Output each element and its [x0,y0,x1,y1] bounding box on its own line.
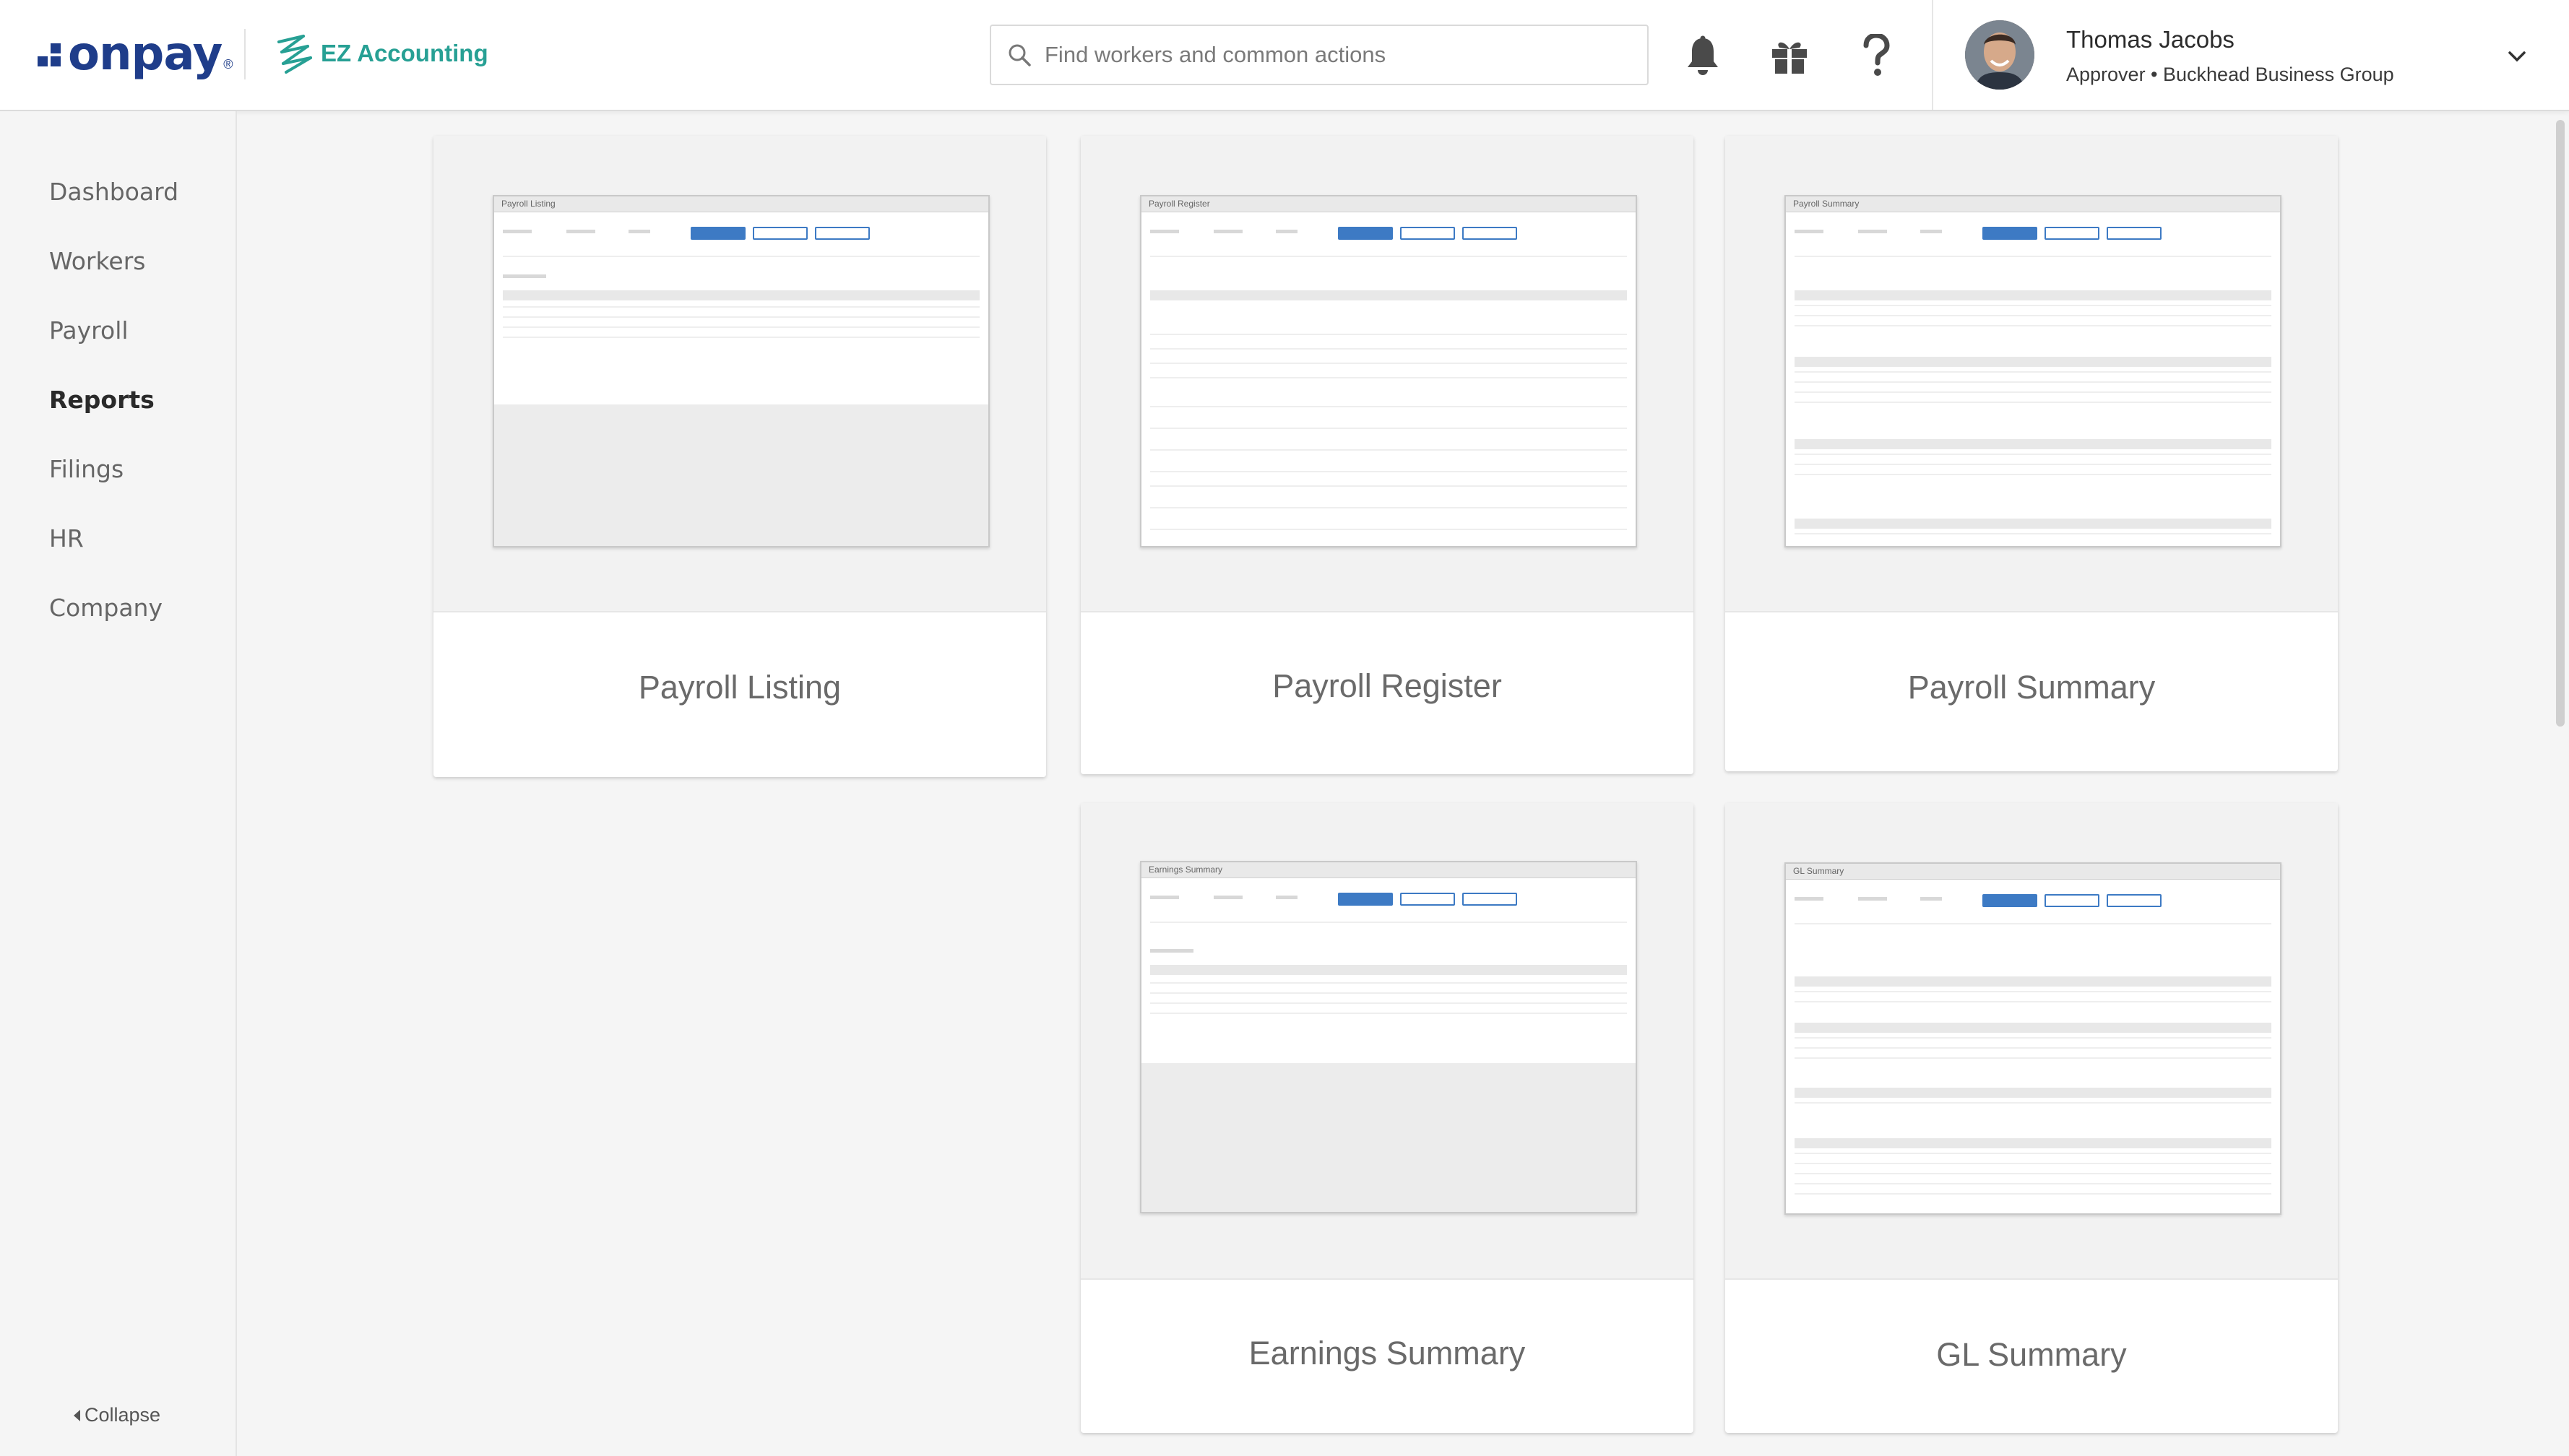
user-divider [1932,0,1933,110]
sidebar: Dashboard Workers Payroll Reports Filing… [0,111,237,1456]
report-preview-thumbnail: Payroll Listing [493,195,990,547]
logo-mark-icon [38,36,64,72]
collapse-button[interactable]: Collapse [74,1404,160,1426]
user-photo-icon [1965,20,2034,90]
onpay-logo[interactable]: onpay ® [38,27,233,81]
report-preview-thumbnail: Payroll Register [1140,195,1637,547]
sidebar-item-payroll[interactable]: Payroll [49,316,129,344]
sidebar-item-company[interactable]: Company [49,594,163,622]
sidebar-item-workers[interactable]: Workers [49,247,145,275]
report-card-earnings-summary[interactable]: Earnings Summary Earnings Summary [1081,803,1693,1433]
report-preview-thumbnail: Payroll Summary [1784,195,2281,547]
search-icon [1009,44,1031,66]
report-title: GL Summary [1936,1336,2127,1373]
user-name: Thomas Jacobs [2066,26,2235,53]
preview-title: GL Summary [1786,864,2280,880]
notifications-button[interactable] [1678,30,1728,81]
report-card-payroll-register[interactable]: Payroll Register Payroll Register [1081,136,1693,774]
top-bar: onpay ® EZ Accounting Find workers and c… [0,0,2569,111]
preview-title: Payroll Summary [1786,196,2280,212]
collapse-label: Collapse [85,1404,161,1426]
report-preview-area: Payroll Summary [1725,136,2338,612]
partner-logo[interactable]: EZ Accounting [275,32,488,75]
report-card-payroll-listing[interactable]: Payroll Listing Payroll Listing [433,136,1046,777]
sidebar-item-reports[interactable]: Reports [49,386,155,414]
report-card-payroll-summary[interactable]: Payroll Summary Payroll Summary [1725,136,2338,771]
brand-name: onpay [68,27,223,81]
ez-accounting-icon [277,35,312,74]
report-title: Payroll Listing [638,669,842,706]
page-scrollbar[interactable] [2556,120,2565,727]
search-box[interactable] [990,25,1649,85]
sidebar-item-hr[interactable]: HR [49,524,84,552]
report-title: Payroll Register [1272,667,1502,704]
search-input[interactable] [1045,42,1637,68]
report-preview-thumbnail: GL Summary [1784,862,2281,1215]
gift-icon [1772,42,1807,74]
help-button[interactable] [1851,30,1901,81]
report-preview-area: GL Summary [1725,803,2338,1280]
gifts-button[interactable] [1764,30,1815,81]
registered-mark: ® [223,57,233,72]
sidebar-item-dashboard[interactable]: Dashboard [49,178,178,206]
report-preview-area: Payroll Register [1081,136,1693,612]
preview-title: Earnings Summary [1141,862,1636,878]
partner-name: EZ Accounting [321,40,488,66]
chevron-down-icon [2508,51,2526,62]
report-card-gl-summary[interactable]: GL Summary GL Summary [1725,803,2338,1433]
preview-title: Payroll Register [1141,196,1636,212]
header-divider [244,29,246,79]
avatar[interactable] [1965,20,2034,90]
bell-icon [1688,35,1718,75]
preview-title: Payroll Listing [494,196,988,212]
report-title: Payroll Summary [1907,669,2156,706]
sidebar-item-filings[interactable]: Filings [49,455,124,483]
user-menu-toggle[interactable] [2504,43,2530,69]
question-mark-icon [1863,34,1890,76]
user-role: Approver • Buckhead Business Group [2066,64,2394,85]
report-preview-area: Payroll Listing [433,136,1046,612]
report-title: Earnings Summary [1248,1335,1526,1372]
caret-left-icon [74,1409,80,1421]
report-preview-thumbnail: Earnings Summary [1140,861,1637,1213]
report-preview-area: Earnings Summary [1081,803,1693,1280]
